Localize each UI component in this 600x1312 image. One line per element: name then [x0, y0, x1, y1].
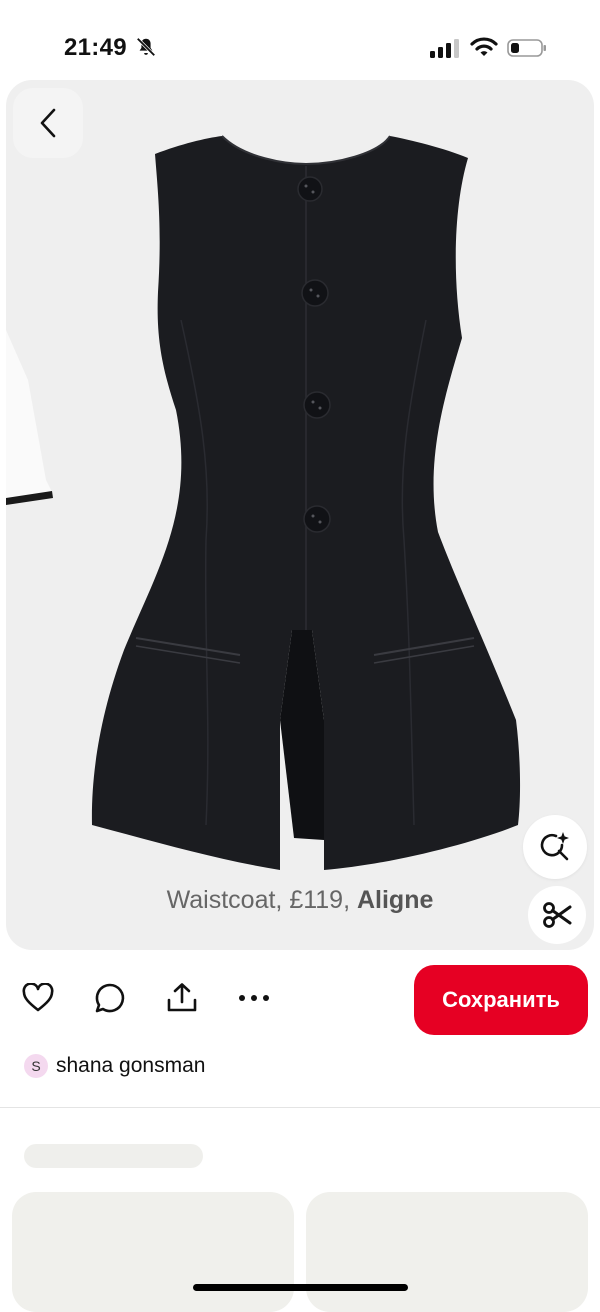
divider	[0, 1107, 600, 1108]
loading-placeholder-title	[24, 1144, 203, 1168]
pin-author[interactable]: S shana gonsman	[24, 1052, 205, 1080]
visual-search-icon	[540, 832, 569, 861]
bell-slash-icon	[136, 37, 156, 57]
pin-image-card[interactable]	[6, 80, 594, 950]
back-chevron-icon	[40, 108, 56, 138]
pin-image[interactable]	[6, 80, 594, 950]
status-bar: 21:49	[0, 0, 600, 80]
visual-search-button[interactable]	[523, 815, 587, 879]
loading-placeholder-card	[12, 1192, 294, 1312]
comment-button[interactable]	[92, 980, 128, 1016]
comment-icon	[95, 983, 125, 1013]
caption-brand: Aligne	[356, 886, 434, 914]
avatar[interactable]: S	[24, 1054, 48, 1078]
signal-icon	[430, 39, 459, 58]
caption-text: Waistcoat, £119,	[166, 886, 357, 914]
back-button[interactable]	[13, 88, 83, 158]
home-indicator	[193, 1284, 408, 1291]
more-icon	[239, 995, 269, 1001]
status-time: 21:49	[64, 34, 127, 61]
scissors-icon	[543, 902, 572, 928]
more-options-button[interactable]	[236, 980, 272, 1016]
share-button[interactable]	[164, 980, 200, 1016]
heart-icon	[22, 983, 54, 1012]
battery-icon	[507, 39, 546, 57]
save-button[interactable]: Сохранить	[414, 965, 588, 1035]
loading-placeholder-card	[306, 1192, 588, 1312]
wifi-icon	[470, 37, 498, 56]
author-name[interactable]: shana gonsman	[56, 1054, 205, 1078]
crop-tool-button[interactable]	[528, 886, 586, 944]
pin-caption: Waistcoat, £119, Aligne	[0, 886, 600, 915]
like-button[interactable]	[20, 980, 56, 1016]
share-icon	[167, 983, 197, 1012]
